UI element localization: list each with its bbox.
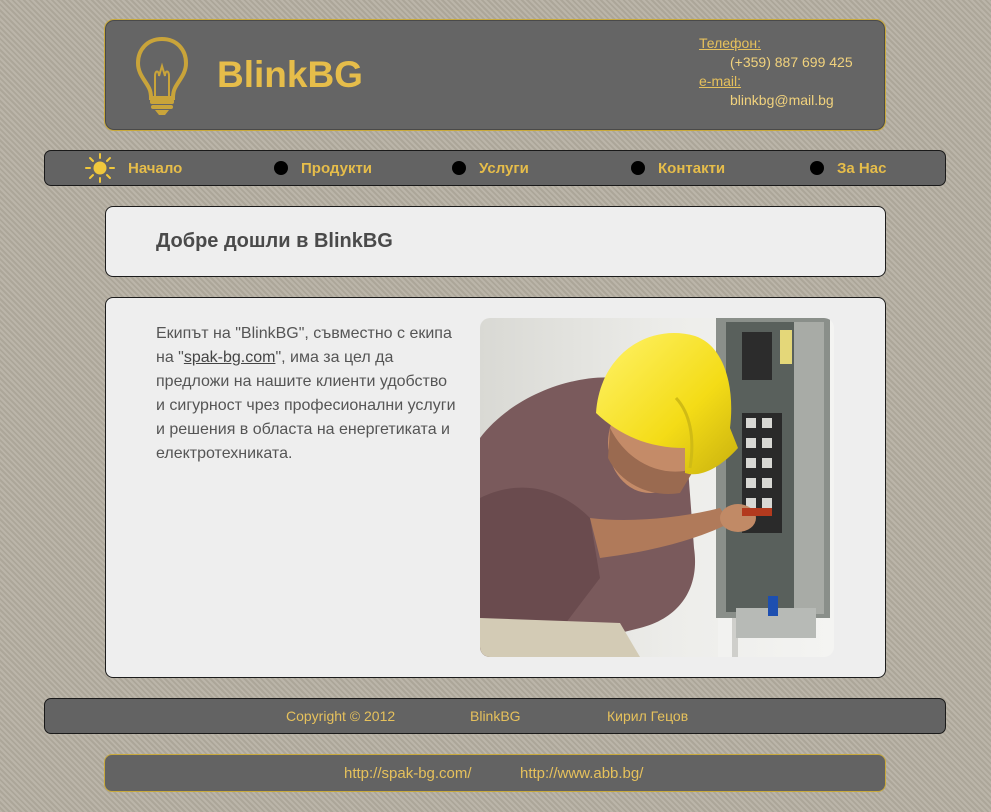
link-abb[interactable]: http://www.abb.bg/: [520, 765, 643, 782]
bullet-dot-icon: [810, 161, 824, 175]
phone-value: (+359) 887 699 425: [730, 54, 853, 70]
main-nav: Начало Продукти Услуги Контакти За Нас: [44, 150, 946, 186]
bullet-dot-icon: [452, 161, 466, 175]
nav-label: Начало: [128, 159, 183, 177]
phone-label[interactable]: Телефон:: [699, 34, 853, 53]
footer-copyright: Copyright © 2012: [286, 708, 396, 724]
link-spak-bg[interactable]: http://spak-bg.com/: [344, 765, 472, 782]
page-title: Добре дошли в BlinkBG: [156, 230, 393, 252]
partner-links-bar: http://spak-bg.com/ http://www.abb.bg/: [104, 754, 886, 792]
nav-item-home[interactable]: Начало: [85, 151, 182, 185]
nav-item-about[interactable]: За Нас: [810, 151, 886, 185]
footer-bar: Copyright © 2012 BlinkBG Кирил Гецов: [44, 698, 946, 734]
contact-info: Телефон: (+359) 887 699 425 e-mail: blin…: [699, 34, 853, 110]
email-value: blinkbg@mail.bg: [730, 92, 834, 108]
header-banner: BlinkBG Телефон: (+359) 887 699 425 e-ma…: [104, 19, 886, 131]
site-title: BlinkBG: [217, 54, 363, 95]
nav-label: Услуги: [479, 159, 529, 177]
content-panel: Екипът на "BlinkBG", съвместно с екипа н…: [105, 297, 886, 678]
intro-text: Екипът на "BlinkBG", съвместно с екипа н…: [156, 322, 456, 466]
nav-item-services[interactable]: Услуги: [452, 151, 529, 185]
email-label[interactable]: e-mail:: [699, 72, 853, 91]
bullet-dot-icon: [274, 161, 288, 175]
welcome-panel: Добре дошли в BlinkBG: [105, 206, 886, 277]
spak-bg-link[interactable]: spak-bg.com: [184, 349, 276, 366]
footer-brand: BlinkBG: [470, 708, 521, 724]
bullet-dot-icon: [631, 161, 645, 175]
nav-label: За Нас: [837, 159, 887, 177]
nav-label: Продукти: [301, 159, 373, 177]
nav-label: Контакти: [658, 159, 726, 177]
nav-item-products[interactable]: Продукти: [274, 151, 372, 185]
electrician-photo: [480, 318, 834, 657]
light-bulb-icon: [135, 36, 189, 115]
sun-icon: [85, 153, 115, 183]
nav-item-contacts[interactable]: Контакти: [631, 151, 725, 185]
footer-author: Кирил Гецов: [607, 708, 689, 724]
